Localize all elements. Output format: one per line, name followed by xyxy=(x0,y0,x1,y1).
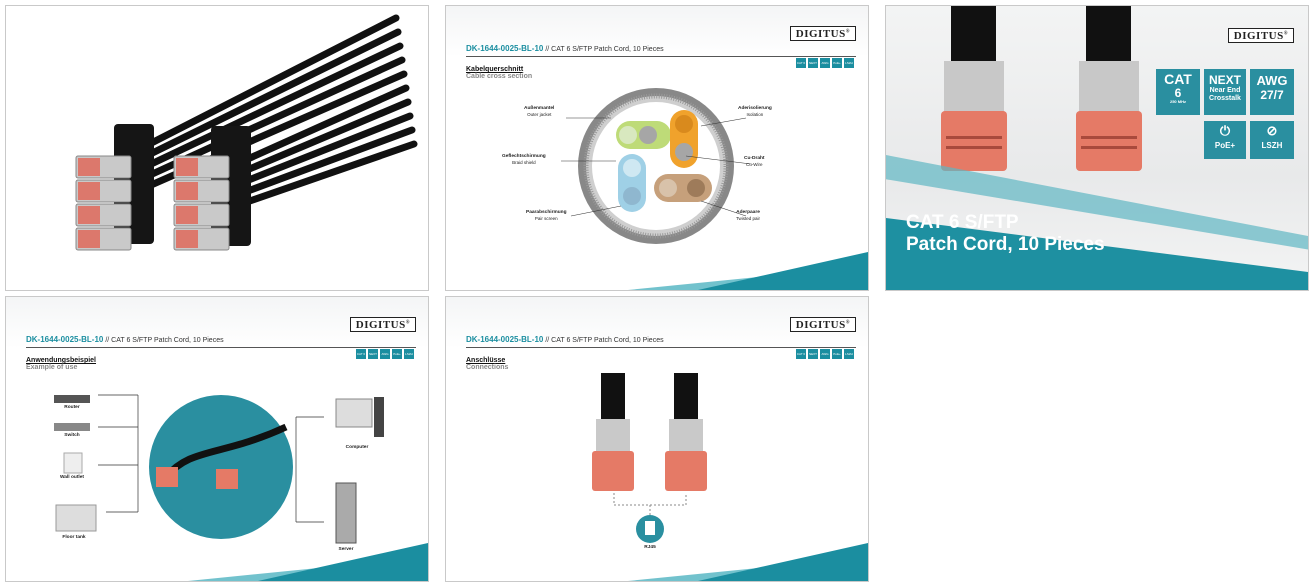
awg-badge: AWG 27/7 xyxy=(1250,69,1294,115)
cable-cross-section-diagram xyxy=(561,88,752,244)
label-pair-screen: Paarabschirmung Pair screen xyxy=(526,210,567,221)
product-image-thumbnail-1[interactable] xyxy=(5,5,429,291)
label-isolation: Aderisolierung Isolation xyxy=(738,106,772,117)
device-server: Server xyxy=(338,547,354,552)
product-image-thumbnail-5[interactable]: DIGITUS® DK-1644-0025-BL-10 // CAT 6 S/F… xyxy=(445,296,869,582)
product-image-thumbnail-2[interactable]: DIGITUS® DK-1644-0025-BL-10 // CAT 6 S/F… xyxy=(445,5,869,291)
device-floor-tank: Floor tank xyxy=(62,535,86,540)
label-cu-wire: Cu-Draht Cu-Wire xyxy=(744,156,765,167)
rj45-label: RJ45 xyxy=(644,545,656,550)
device-switch: Switch xyxy=(64,433,80,438)
cat6-badge: CAT 6 250 MHz xyxy=(1156,69,1200,115)
product-image-thumbnail-4[interactable]: DIGITUS® DK-1644-0025-BL-10 // CAT 6 S/F… xyxy=(5,296,429,582)
device-router: Router xyxy=(64,405,80,410)
no-flame-icon: ⊘ xyxy=(1266,123,1278,138)
connections-diagram xyxy=(592,373,707,543)
label-outer-jacket: Außenmantel Outer jacket xyxy=(524,106,555,117)
device-computer: Computer xyxy=(345,445,369,450)
next-badge: NEXT Near End Crosstalk xyxy=(1204,69,1246,115)
label-twisted-pair: Aderpaare Twisted pair xyxy=(736,210,761,221)
device-wall-outlet: Wall outlet xyxy=(59,475,85,480)
label-braid-shield: Geflechtschirmung Braid shield xyxy=(502,154,546,165)
poe-badge: ⏻ PoE+ xyxy=(1204,121,1246,159)
hero-title: CAT 6 S/FTP Patch Cord, 10 Pieces xyxy=(906,212,1105,255)
patch-cords-bundle-image xyxy=(75,14,418,251)
plug-icon: ⏻ xyxy=(1219,123,1231,138)
product-image-thumbnail-3[interactable]: DIGITUS® CAT 6 250 MHz NEXT Near End Cro… xyxy=(885,5,1309,291)
digitus-logo: DIGITUS® xyxy=(1227,28,1294,43)
lszh-badge: ⊘ LSZH xyxy=(1250,121,1294,159)
